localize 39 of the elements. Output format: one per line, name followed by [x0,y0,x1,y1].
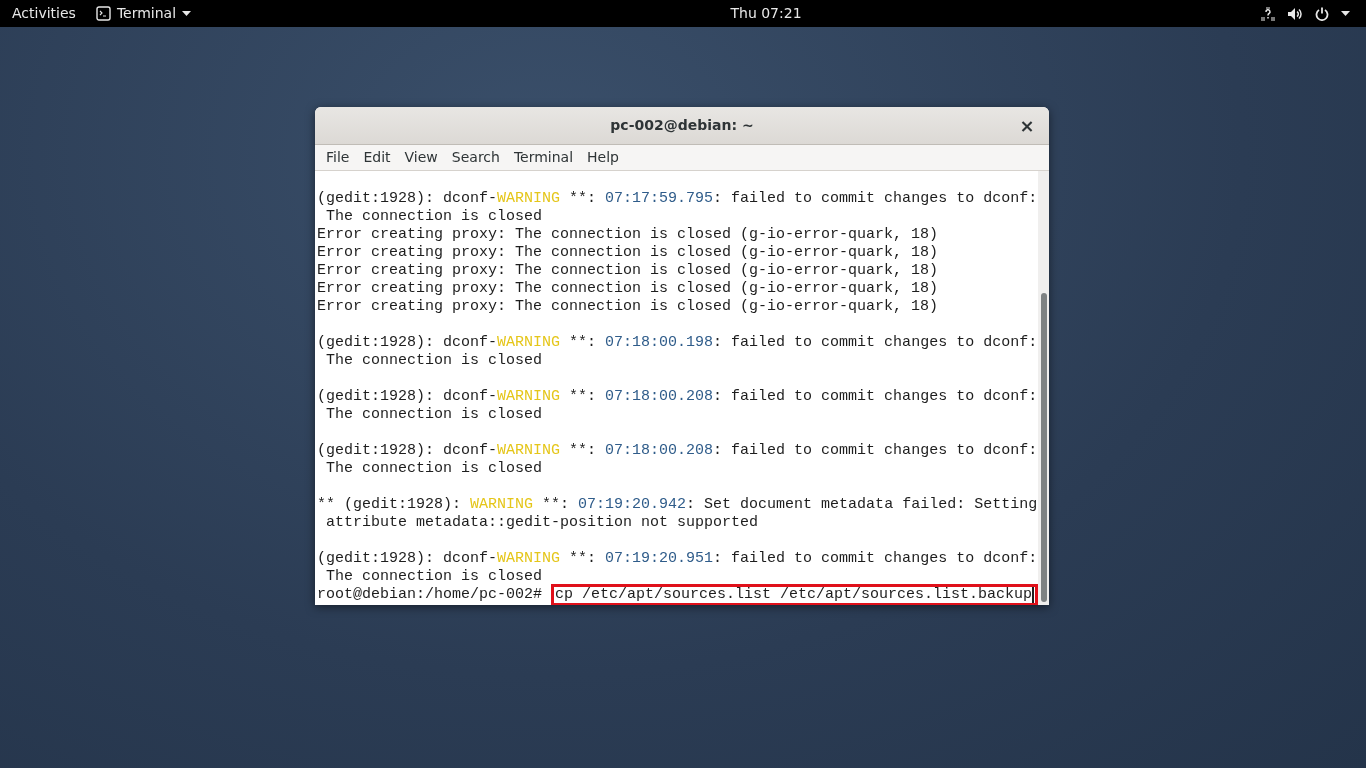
power-icon [1315,6,1329,21]
terminal-line: (gedit:1928): dconf-WARNING **: 07:17:59.795: failed to commit changes to dconf: [317,190,1038,208]
shell-prompt: root@debian:/home/pc-002# [317,586,543,604]
caret-icon [182,11,192,16]
terminal-line: The connection is closed [325,208,544,226]
menu-item[interactable]: Terminal [506,147,581,168]
menu-item[interactable]: Edit [356,147,398,168]
menu-item[interactable]: View [397,147,445,168]
terminal-line: Error creating proxy: The connection is closed (g-io-error-quark, 18) [317,244,940,262]
terminal-line: (gedit:1928): dconf-WARNING **: 07:18:00.208: failed to commit changes to dconf: [317,388,1038,406]
volume-icon [1287,6,1303,21]
terminal-line: The connection is closed [325,568,544,586]
terminal-line: Error creating proxy: The connection is closed (g-io-error-quark, 18) [317,280,940,298]
menu-item[interactable]: File [319,147,357,168]
terminal-line: attribute metadata::gedit-position not supported [325,514,760,532]
command-input[interactable]: cp /etc/apt/sources.list /etc/apt/sources.list.backup [550,584,1038,605]
activities-button[interactable]: Activities [12,3,76,24]
scrollbar[interactable] [1038,171,1049,605]
network-unknown-icon [1261,6,1275,21]
terminal-line: (gedit:1928): dconf-WARNING **: 07:19:20.951: failed to commit changes to dconf: [317,550,1038,568]
menu-item[interactable]: Help [580,147,626,168]
window-title: pc-002@debian: ~ [609,116,755,135]
scrollbar-thumb[interactable] [1040,293,1047,602]
terminal-line: The connection is closed [325,406,544,424]
close-button[interactable]: × [1017,116,1037,135]
terminal-line: Error creating proxy: The connection is closed (g-io-error-quark, 18) [317,226,940,244]
terminal-line: ** (gedit:1928): WARNING **: 07:19:20.942: Set document metadata failed: Setting [317,496,1038,514]
terminal-line: The connection is closed [325,352,544,370]
clock[interactable]: Thu 07:21 [730,3,802,24]
terminal-line: (gedit:1928): dconf-WARNING **: 07:18:00.208: failed to commit changes to dconf: [317,442,1038,460]
terminal-line: Error creating proxy: The connection is closed (g-io-error-quark, 18) [317,298,940,316]
terminal-line: (gedit:1928): dconf-WARNING **: 07:18:00.198: failed to commit changes to dconf: [317,334,1038,352]
terminal-line: The connection is closed [325,460,544,478]
cursor-block [1032,587,1034,603]
caret-icon [1341,11,1350,16]
terminal-line: Error creating proxy: The connection is closed (g-io-error-quark, 18) [317,262,940,280]
app-menu[interactable]: Terminal [95,3,192,24]
menu-item[interactable]: Search [444,147,507,168]
terminal-icon [95,6,111,21]
